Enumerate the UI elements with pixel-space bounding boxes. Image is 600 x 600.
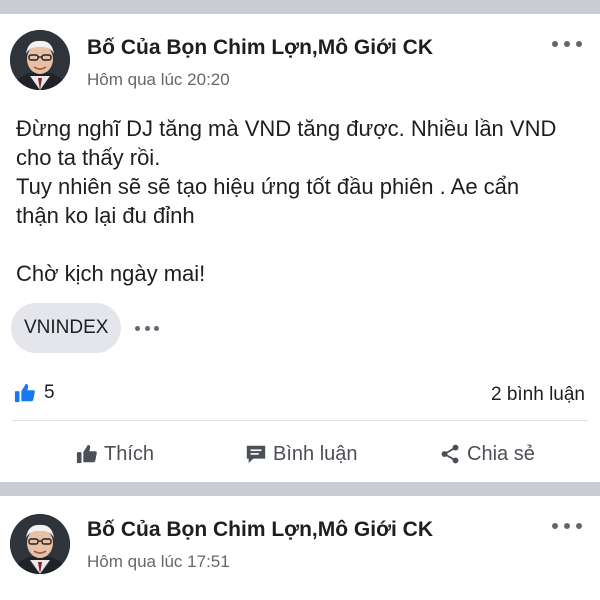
post-body: Đừng nghĩ DJ tăng mà VND tăng được. Nhiề…	[16, 114, 588, 288]
post-timestamp[interactable]: Hôm qua lúc 17:51	[87, 552, 230, 572]
post-text-line: cho ta thấy rồi.	[16, 145, 161, 170]
feed-divider-top	[0, 0, 600, 14]
share-button-label: Chia sẻ	[467, 442, 535, 465]
more-options-button[interactable]	[552, 36, 582, 52]
avatar[interactable]	[10, 514, 70, 574]
avatar-photo	[10, 514, 70, 574]
more-horizontal-icon	[135, 325, 141, 331]
avatar-photo	[10, 30, 70, 90]
post-text-line: thận ko lại đu đỉnh	[16, 203, 195, 228]
feed-divider	[0, 482, 600, 496]
like-summary[interactable]: 5	[14, 382, 55, 404]
share-icon	[441, 444, 459, 464]
post-actions: Thích Bình luận Chia sẻ	[0, 434, 600, 474]
reaction-summary: 5 2 bình luận	[0, 380, 600, 410]
comment-count[interactable]: 2 bình luận	[491, 384, 585, 406]
topic-tags: VNINDEX	[11, 303, 160, 353]
post-text-line: Đừng nghĩ DJ tăng mà VND tăng được. Nhiề…	[16, 116, 557, 141]
like-button[interactable]: Thích	[76, 434, 154, 474]
comment-button-label: Bình luận	[273, 442, 358, 465]
more-horizontal-icon	[552, 523, 558, 529]
post-card: Bố Của Bọn Chim Lợn,Mô Giới CK Hôm qua l…	[0, 14, 600, 482]
post-text-line: Tuy nhiên sẽ sẽ tạo hiệu ứng tốt đầu phi…	[16, 174, 520, 199]
like-button-label: Thích	[104, 442, 155, 465]
actions-divider	[12, 420, 588, 421]
comment-button[interactable]: Bình luận	[245, 434, 358, 474]
author-name[interactable]: Bố Của Bọn Chim Lợn,Mô Giới CK	[87, 518, 433, 542]
post-text-line	[16, 230, 588, 259]
tag-more-button[interactable]	[135, 323, 160, 333]
share-button[interactable]: Chia sẻ	[439, 434, 535, 474]
author-name[interactable]: Bố Của Bọn Chim Lợn,Mô Giới CK	[87, 36, 433, 60]
like-count: 5	[44, 382, 55, 403]
post-timestamp[interactable]: Hôm qua lúc 20:20	[87, 70, 230, 90]
post-text-line: Chờ kịch ngày mai!	[16, 261, 206, 286]
comment-icon	[246, 445, 266, 464]
topic-tag-vnindex[interactable]: VNINDEX	[11, 303, 122, 353]
more-horizontal-icon	[552, 41, 558, 47]
post-card: Bố Của Bọn Chim Lợn,Mô Giới CK Hôm qua l…	[0, 496, 600, 600]
thumbs-up-icon	[14, 383, 35, 403]
more-options-button[interactable]	[552, 518, 582, 534]
avatar[interactable]	[10, 30, 70, 90]
thumbs-up-icon	[76, 444, 97, 464]
